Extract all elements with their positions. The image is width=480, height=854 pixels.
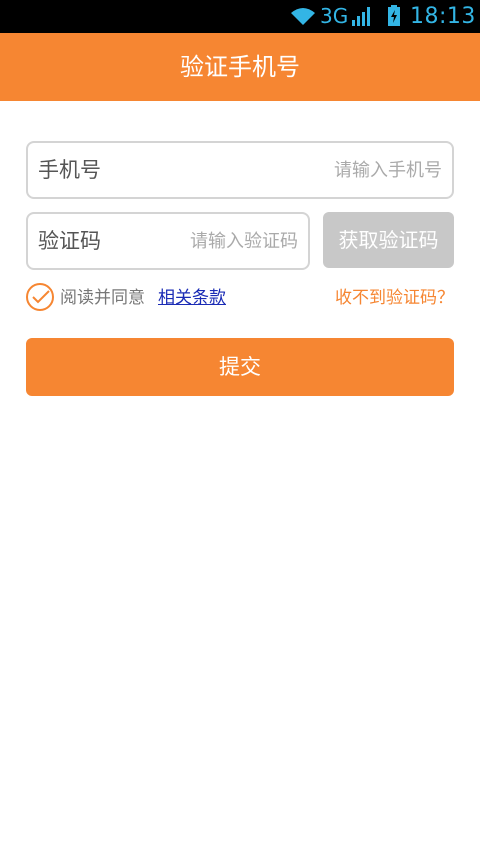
- status-bar: 3G 18:13: [0, 0, 480, 33]
- code-input[interactable]: [138, 220, 298, 262]
- clock: 18:13: [410, 4, 476, 29]
- phone-input[interactable]: [148, 149, 442, 191]
- no-code-link[interactable]: 收不到验证码？: [335, 282, 454, 314]
- phone-field[interactable]: 手机号: [26, 141, 454, 199]
- agreement-row: 阅读并同意 相关条款 收不到验证码？: [26, 282, 454, 314]
- agree-checkbox[interactable]: [26, 283, 54, 311]
- check-icon: [32, 290, 50, 304]
- get-code-button[interactable]: 获取验证码: [323, 212, 454, 268]
- terms-link[interactable]: 相关条款: [158, 282, 226, 314]
- battery-charging-icon: [387, 5, 401, 31]
- wifi-icon: [289, 5, 317, 31]
- submit-button[interactable]: 提交: [26, 338, 454, 396]
- agreement-text: 阅读并同意: [60, 288, 145, 308]
- app-header: 验证手机号: [0, 33, 480, 101]
- phone-label: 手机号: [38, 158, 101, 182]
- network-type: 3G: [320, 4, 349, 28]
- signal-icon: [351, 5, 373, 31]
- code-field[interactable]: 验证码: [26, 212, 310, 270]
- page-title: 验证手机号: [180, 53, 300, 81]
- code-label: 验证码: [38, 229, 101, 253]
